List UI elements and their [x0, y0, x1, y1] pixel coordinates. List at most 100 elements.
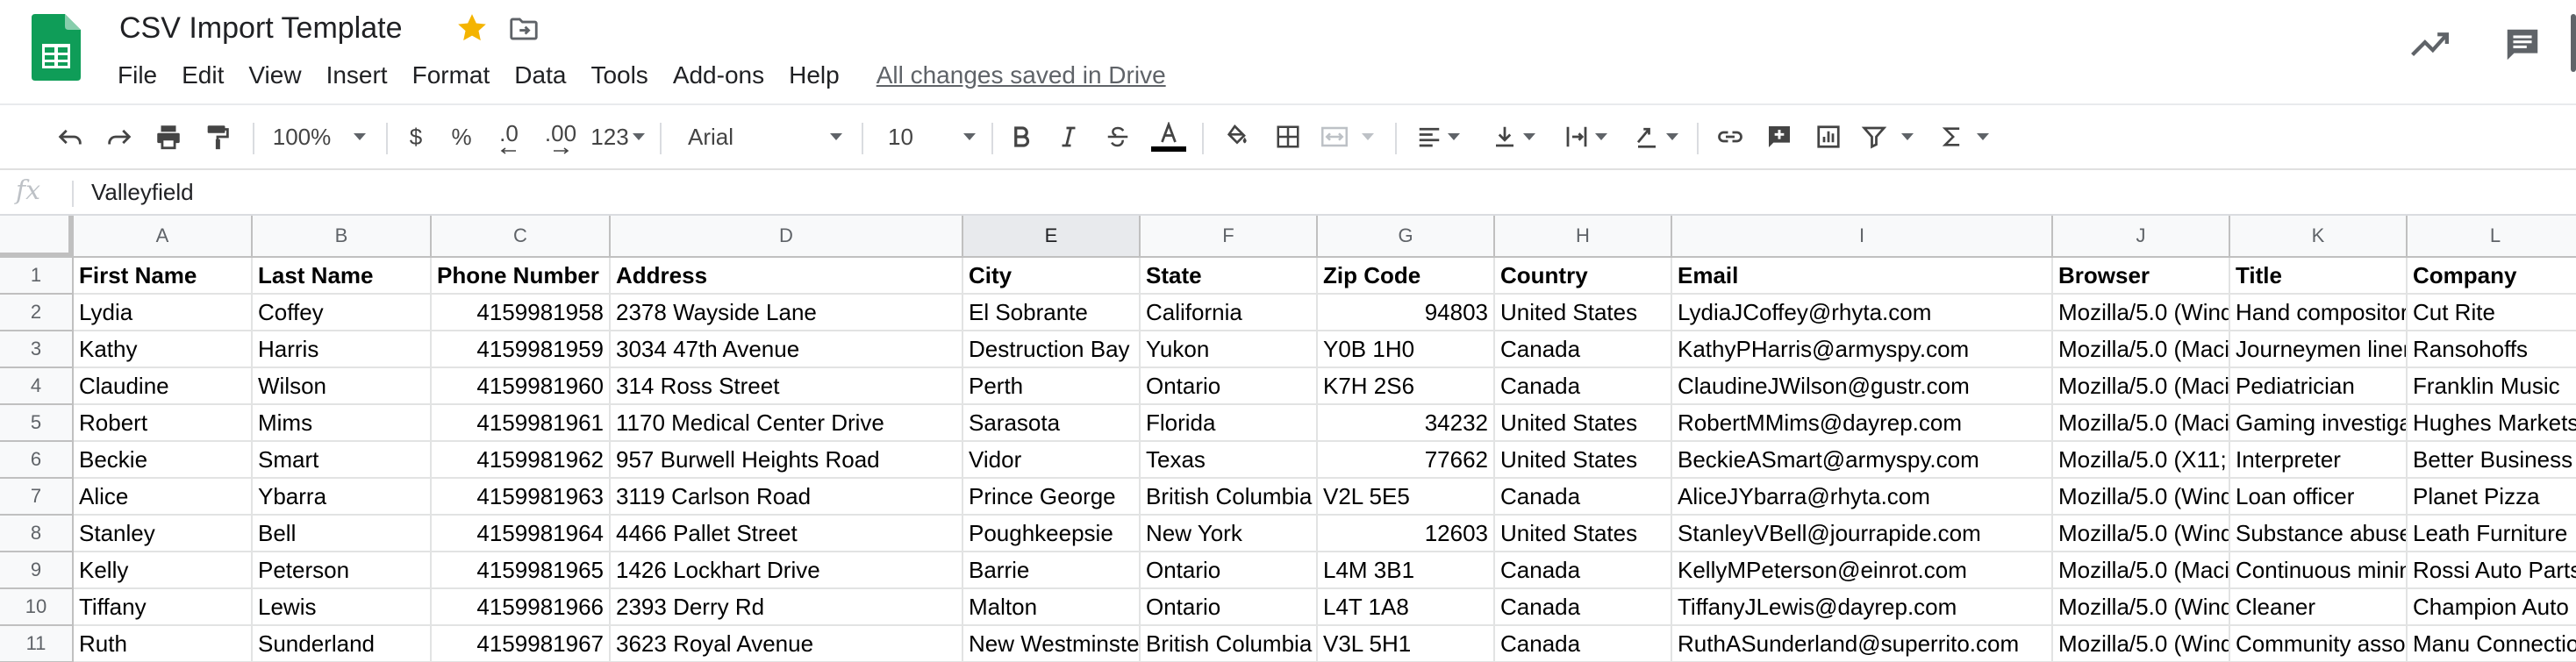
table-cell[interactable]: K7H 2S6 — [1318, 368, 1495, 405]
table-cell[interactable]: California — [1141, 295, 1318, 331]
table-cell[interactable]: Mozilla/5.0 (Wind — [2053, 479, 2230, 516]
table-cell[interactable]: 4466 Pallet Street — [611, 516, 963, 552]
table-cell[interactable]: British Columbia — [1141, 479, 1318, 516]
table-cell[interactable]: Mims — [253, 405, 432, 442]
table-cell[interactable]: United States — [1495, 295, 1672, 331]
table-cell[interactable]: 314 Ross Street — [611, 368, 963, 405]
table-cell[interactable]: El Sobrante — [963, 295, 1141, 331]
italic-icon[interactable] — [1053, 112, 1084, 161]
table-cell[interactable]: Destruction Bay — [963, 331, 1141, 368]
table-cell[interactable]: Mozilla/5.0 (Wind — [2053, 589, 2230, 626]
header-cell[interactable]: Last Name — [253, 258, 432, 295]
horizontal-align-icon[interactable] — [1409, 112, 1467, 161]
table-cell[interactable]: Malton — [963, 589, 1141, 626]
table-cell[interactable]: Ransohoffs — [2408, 331, 2576, 368]
table-cell[interactable]: United States — [1495, 442, 1672, 479]
table-cell[interactable]: Community asso — [2230, 626, 2408, 662]
increase-decimal-button[interactable]: .00 — [539, 112, 583, 161]
column-header-l[interactable]: L — [2408, 216, 2576, 258]
paint-format-icon[interactable] — [198, 112, 237, 161]
table-cell[interactable]: Wilson — [253, 368, 432, 405]
table-cell[interactable]: Mozilla/5.0 (Wind — [2053, 516, 2230, 552]
table-cell[interactable]: Poughkeepsie — [963, 516, 1141, 552]
table-cell[interactable]: 4159981961 — [432, 405, 611, 442]
redo-icon[interactable] — [100, 112, 139, 161]
table-cell[interactable]: Continuous minin — [2230, 552, 2408, 589]
table-cell[interactable]: Peterson — [253, 552, 432, 589]
move-to-folder-icon[interactable] — [507, 12, 540, 46]
table-cell[interactable]: Mozilla/5.0 (Maci — [2053, 405, 2230, 442]
table-cell[interactable]: Canada — [1495, 552, 1672, 589]
formula-input[interactable]: Valleyfield — [91, 179, 194, 206]
table-cell[interactable]: Canada — [1495, 589, 1672, 626]
table-cell[interactable]: Leath Furniture — [2408, 516, 2576, 552]
undo-icon[interactable] — [51, 112, 89, 161]
table-cell[interactable]: Coffey — [253, 295, 432, 331]
table-cell[interactable]: Canada — [1495, 331, 1672, 368]
menu-help[interactable]: Help — [776, 58, 852, 93]
table-cell[interactable]: Florida — [1141, 405, 1318, 442]
table-cell[interactable]: Sunderland — [253, 626, 432, 662]
table-cell[interactable]: 77662 — [1318, 442, 1495, 479]
table-cell[interactable]: Ontario — [1141, 589, 1318, 626]
menu-addons[interactable]: Add-ons — [661, 58, 776, 93]
column-header-b[interactable]: B — [253, 216, 432, 258]
table-cell[interactable]: 3119 Carlson Road — [611, 479, 963, 516]
table-cell[interactable]: Mozilla/5.0 (Maci — [2053, 552, 2230, 589]
table-cell[interactable]: United States — [1495, 516, 1672, 552]
table-cell[interactable]: Ontario — [1141, 368, 1318, 405]
table-cell[interactable]: 2393 Derry Rd — [611, 589, 963, 626]
header-cell[interactable]: State — [1141, 258, 1318, 295]
table-cell[interactable]: Manu Connection — [2408, 626, 2576, 662]
menu-insert[interactable]: Insert — [314, 58, 400, 93]
row-header[interactable]: 5 — [0, 405, 74, 442]
borders-icon[interactable] — [1269, 112, 1307, 161]
table-cell[interactable]: 4159981966 — [432, 589, 611, 626]
row-header[interactable]: 2 — [0, 295, 74, 331]
star-icon[interactable] — [454, 11, 490, 46]
table-cell[interactable]: Franklin Music — [2408, 368, 2576, 405]
header-cell[interactable]: Browser — [2053, 258, 2230, 295]
table-cell[interactable]: KellyMPeterson@einrot.com — [1672, 552, 2053, 589]
sheets-logo-icon[interactable] — [32, 14, 81, 81]
table-cell[interactable]: Bell — [253, 516, 432, 552]
table-cell[interactable]: 12603 — [1318, 516, 1495, 552]
row-header[interactable]: 3 — [0, 331, 74, 368]
table-cell[interactable]: Canada — [1495, 479, 1672, 516]
table-cell[interactable]: Ybarra — [253, 479, 432, 516]
row-header[interactable]: 4 — [0, 368, 74, 405]
table-cell[interactable]: Interpreter — [2230, 442, 2408, 479]
insert-link-icon[interactable] — [1711, 112, 1750, 161]
text-rotation-icon[interactable] — [1625, 112, 1686, 161]
table-cell[interactable]: Champion Auto — [2408, 589, 2576, 626]
table-cell[interactable]: Sarasota — [963, 405, 1141, 442]
table-cell[interactable]: 1426 Lockhart Drive — [611, 552, 963, 589]
functions-icon[interactable] — [1936, 112, 1993, 161]
header-cell[interactable]: First Name — [74, 258, 253, 295]
table-cell[interactable]: RobertMMims@dayrep.com — [1672, 405, 2053, 442]
table-cell[interactable]: Hughes Markets — [2408, 405, 2576, 442]
menu-data[interactable]: Data — [502, 58, 578, 93]
menu-edit[interactable]: Edit — [169, 58, 236, 93]
print-icon[interactable] — [149, 112, 188, 161]
table-cell[interactable]: Gaming investiga — [2230, 405, 2408, 442]
table-cell[interactable]: 4159981964 — [432, 516, 611, 552]
table-cell[interactable]: L4M 3B1 — [1318, 552, 1495, 589]
table-cell[interactable]: Mozilla/5.0 (X11; — [2053, 442, 2230, 479]
table-cell[interactable]: Substance abuse — [2230, 516, 2408, 552]
table-cell[interactable]: Stanley — [74, 516, 253, 552]
table-cell[interactable]: Ontario — [1141, 552, 1318, 589]
table-cell[interactable]: 1170 Medical Center Drive — [611, 405, 963, 442]
comment-icon[interactable] — [2502, 25, 2543, 65]
table-cell[interactable]: Alice — [74, 479, 253, 516]
header-cell[interactable]: Phone Number — [432, 258, 611, 295]
table-cell[interactable]: Cleaner — [2230, 589, 2408, 626]
header-cell[interactable]: Email — [1672, 258, 2053, 295]
filter-icon[interactable] — [1858, 112, 1916, 161]
table-cell[interactable]: Canada — [1495, 626, 1672, 662]
vertical-align-icon[interactable] — [1485, 112, 1542, 161]
table-cell[interactable]: Kathy — [74, 331, 253, 368]
menu-view[interactable]: View — [236, 58, 313, 93]
table-cell[interactable]: AliceJYbarra@rhyta.com — [1672, 479, 2053, 516]
table-cell[interactable]: Canada — [1495, 368, 1672, 405]
